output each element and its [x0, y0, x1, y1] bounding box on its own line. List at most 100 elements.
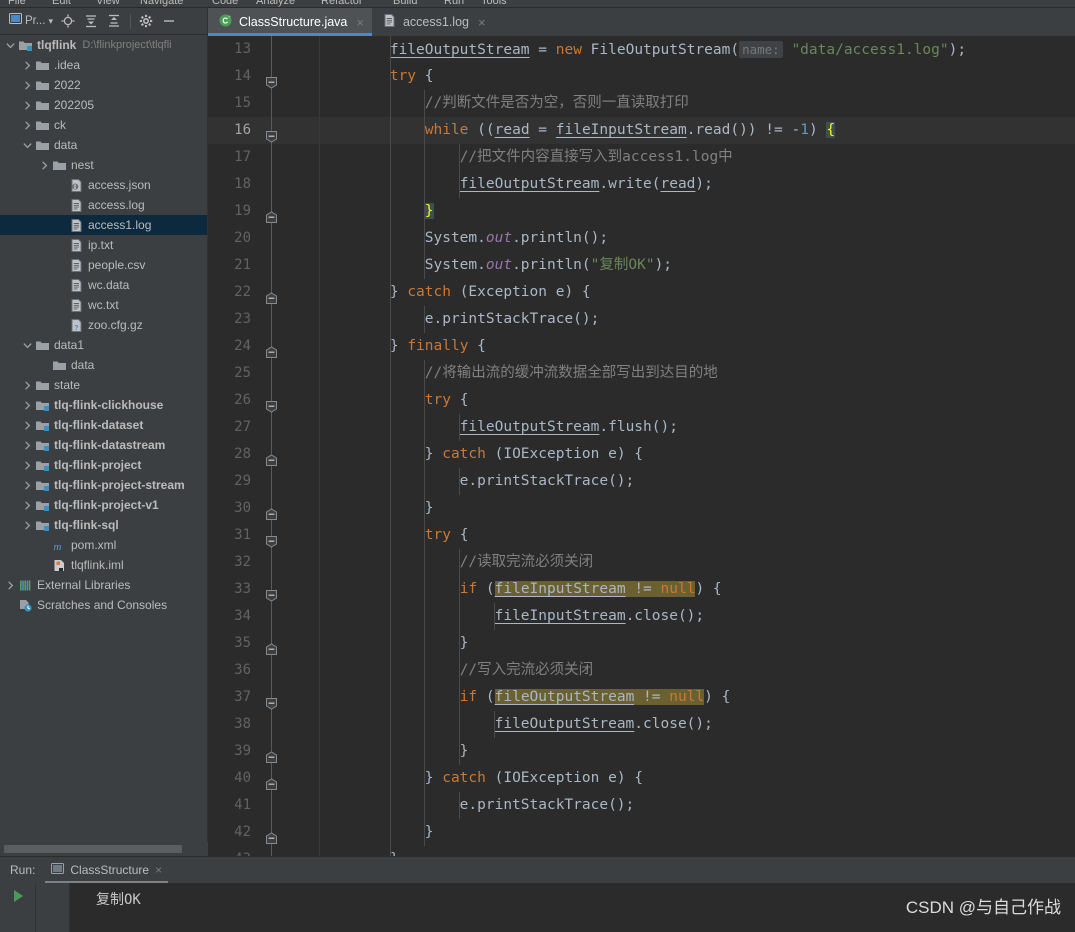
- expand-all-icon[interactable]: [81, 11, 102, 32]
- fold-gutter[interactable]: [260, 171, 282, 198]
- fold-gutter[interactable]: [260, 657, 282, 684]
- chevron-right-icon[interactable]: [21, 500, 34, 511]
- code-text[interactable]: e.printStackTrace();: [320, 306, 1075, 333]
- code-text[interactable]: }: [320, 198, 1075, 225]
- fold-toggle-icon[interactable]: [265, 205, 278, 223]
- fold-toggle-icon[interactable]: [265, 502, 278, 520]
- code-text[interactable]: } catch (IOException e) {: [320, 441, 1075, 468]
- fold-toggle-icon[interactable]: [265, 70, 278, 89]
- code-text[interactable]: e.printStackTrace();: [320, 792, 1075, 819]
- play-icon[interactable]: [10, 888, 26, 932]
- fold-toggle-icon[interactable]: [265, 286, 278, 304]
- tree-node--idea[interactable]: .idea: [0, 55, 207, 75]
- editor-line[interactable]: 21 System.out.println("复制OK");: [208, 252, 1075, 279]
- tree-node-wc-txt[interactable]: wc.txt: [0, 295, 207, 315]
- menu-item-code[interactable]: Code: [212, 0, 238, 7]
- tree-node-tlq-flink-project-v1[interactable]: tlq-flink-project-v1: [0, 495, 207, 515]
- chevron-down-icon[interactable]: [21, 340, 34, 351]
- code-text[interactable]: //写入完流必须关闭: [320, 657, 1075, 684]
- editor-tab-classstructure-java[interactable]: C ClassStructure.java ×: [208, 8, 372, 36]
- code-text[interactable]: System.out.println("复制OK");: [320, 252, 1075, 279]
- fold-toggle-icon[interactable]: [265, 583, 278, 602]
- fold-gutter[interactable]: [260, 306, 282, 333]
- tree-node-tlqflink-iml[interactable]: tlqflink.iml: [0, 555, 207, 575]
- tree-node-wc-data[interactable]: wc.data: [0, 275, 207, 295]
- fold-gutter[interactable]: [260, 495, 282, 522]
- fold-toggle-icon[interactable]: [265, 691, 278, 710]
- fold-gutter[interactable]: [260, 360, 282, 387]
- editor-line[interactable]: 18 fileOutputStream.write(read);: [208, 171, 1075, 198]
- code-text[interactable]: } catch (IOException e) {: [320, 765, 1075, 792]
- code-text[interactable]: } catch (Exception e) {: [320, 279, 1075, 306]
- tree-node-tlq-flink-dataset[interactable]: tlq-flink-dataset: [0, 415, 207, 435]
- editor-line[interactable]: 23 e.printStackTrace();: [208, 306, 1075, 333]
- tree-node-access1-log[interactable]: access1.log: [0, 215, 207, 235]
- editor-line[interactable]: 14 try {: [208, 63, 1075, 90]
- chevron-right-icon[interactable]: [21, 460, 34, 471]
- menu-item-edit[interactable]: Edit: [52, 0, 71, 7]
- code-text[interactable]: fileOutputStream = new FileOutputStream(…: [320, 36, 1075, 63]
- collapse-all-icon[interactable]: [104, 11, 125, 32]
- chevron-right-icon[interactable]: [21, 100, 34, 111]
- locate-icon[interactable]: [58, 11, 79, 32]
- editor-line[interactable]: 31 try {: [208, 522, 1075, 549]
- tree-node-access-json[interactable]: {} access.json: [0, 175, 207, 195]
- tree-node-tlq-flink-datastream[interactable]: tlq-flink-datastream: [0, 435, 207, 455]
- code-editor[interactable]: 13 fileOutputStream = new FileOutputStre…: [208, 36, 1075, 856]
- code-text[interactable]: }: [320, 495, 1075, 522]
- editor-line[interactable]: 32 //读取完流必须关闭: [208, 549, 1075, 576]
- tree-node-ip-txt[interactable]: ip.txt: [0, 235, 207, 255]
- fold-gutter[interactable]: [260, 846, 282, 856]
- tree-node-people-csv[interactable]: people.csv: [0, 255, 207, 275]
- fold-toggle-icon[interactable]: [265, 826, 278, 844]
- chevron-right-icon[interactable]: [21, 480, 34, 491]
- editor-line[interactable]: 33 if (fileInputStream != null) {: [208, 576, 1075, 603]
- fold-gutter[interactable]: [260, 117, 282, 144]
- chevron-right-icon[interactable]: [21, 520, 34, 531]
- editor-line[interactable]: 42 }: [208, 819, 1075, 846]
- code-text[interactable]: fileOutputStream.close();: [320, 711, 1075, 738]
- fold-gutter[interactable]: [260, 225, 282, 252]
- code-text[interactable]: System.out.println();: [320, 225, 1075, 252]
- fold-toggle-icon[interactable]: [265, 124, 278, 143]
- tree-node-tlq-flink-project-stream[interactable]: tlq-flink-project-stream: [0, 475, 207, 495]
- fold-toggle-icon[interactable]: [265, 772, 278, 790]
- fold-gutter[interactable]: [260, 387, 282, 414]
- editor-line[interactable]: 19 }: [208, 198, 1075, 225]
- tree-node-access-log[interactable]: access.log: [0, 195, 207, 215]
- run-tab-classstructure[interactable]: ClassStructure ×: [45, 857, 168, 883]
- console-output[interactable]: 复制OK CSDN @与自己作战: [70, 883, 1075, 932]
- code-text[interactable]: //把文件内容直接写入到access1.log中: [320, 144, 1075, 171]
- fold-gutter[interactable]: [260, 252, 282, 279]
- chevron-right-icon[interactable]: [38, 160, 51, 171]
- editor-line[interactable]: 38 fileOutputStream.close();: [208, 711, 1075, 738]
- editor-line[interactable]: 40 } catch (IOException e) {: [208, 765, 1075, 792]
- editor-line[interactable]: 15 //判断文件是否为空，否则一直读取打印: [208, 90, 1075, 117]
- editor-line[interactable]: 22 } catch (Exception e) {: [208, 279, 1075, 306]
- editor-line[interactable]: 29 e.printStackTrace();: [208, 468, 1075, 495]
- code-text[interactable]: try {: [320, 387, 1075, 414]
- code-text[interactable]: }: [320, 819, 1075, 846]
- menu-item-build[interactable]: Build: [393, 0, 417, 7]
- fold-gutter[interactable]: [260, 711, 282, 738]
- fold-gutter[interactable]: [260, 198, 282, 225]
- editor-line[interactable]: 43 }: [208, 846, 1075, 856]
- code-text[interactable]: fileInputStream.close();: [320, 603, 1075, 630]
- fold-gutter[interactable]: [260, 279, 282, 306]
- tree-node-data[interactable]: data: [0, 135, 207, 155]
- menu-item-file[interactable]: File: [8, 0, 26, 7]
- code-text[interactable]: if (fileOutputStream != null) {: [320, 684, 1075, 711]
- scrollbar-thumb[interactable]: [4, 845, 182, 853]
- code-text[interactable]: if (fileInputStream != null) {: [320, 576, 1075, 603]
- project-view-dropdown[interactable]: Pr... ▾: [6, 10, 56, 32]
- code-text[interactable]: fileOutputStream.write(read);: [320, 171, 1075, 198]
- tree-node-2022[interactable]: 2022: [0, 75, 207, 95]
- code-text[interactable]: }: [320, 846, 1075, 856]
- fold-gutter[interactable]: [260, 333, 282, 360]
- editor-line[interactable]: 26 try {: [208, 387, 1075, 414]
- fold-gutter[interactable]: [260, 684, 282, 711]
- project-tree[interactable]: tlqflink D:\flinkproject\tlqfli .idea 2022 2…: [0, 35, 207, 842]
- code-text[interactable]: }: [320, 738, 1075, 765]
- fold-gutter[interactable]: [260, 414, 282, 441]
- editor-line[interactable]: 34 fileInputStream.close();: [208, 603, 1075, 630]
